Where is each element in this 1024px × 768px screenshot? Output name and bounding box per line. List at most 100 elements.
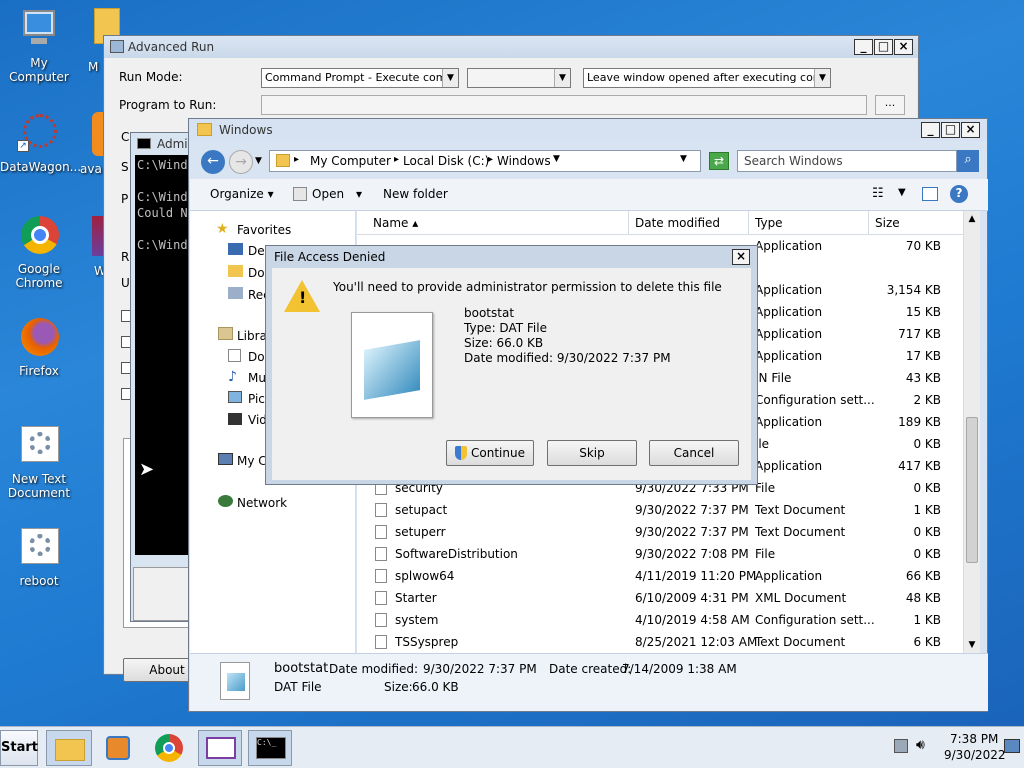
desktop-icon-label: Google Chrome	[15, 262, 63, 290]
column-header-date[interactable]: Date modified	[635, 216, 720, 230]
program-label: Program to Run:	[119, 98, 217, 112]
desktop-icon-my-computer[interactable]: My Computer	[0, 8, 78, 84]
column-header-type[interactable]: Type	[755, 216, 783, 230]
scroll-up-arrow[interactable]: ▲	[964, 211, 980, 227]
volume-icon[interactable]: 🔊︎	[916, 737, 925, 753]
file-type: Application	[755, 283, 823, 297]
refresh-button[interactable]: ⇄	[709, 152, 729, 170]
breadcrumb-local-disk[interactable]: Local Disk (C:)	[403, 154, 489, 168]
file-type: Application	[755, 415, 823, 429]
continue-button[interactable]: Continue	[446, 440, 534, 466]
taskbar-advanced-run[interactable]	[198, 730, 242, 766]
column-header-name[interactable]: Name ▴	[373, 216, 418, 230]
view-icon[interactable]: ☷	[872, 186, 884, 201]
vertical-scrollbar[interactable]: ▲ ▼	[963, 211, 980, 653]
skip-button[interactable]: Skip	[547, 440, 637, 466]
desktop-icon-firefox[interactable]: Firefox	[0, 316, 78, 378]
search-icon[interactable]: ⌕	[957, 150, 979, 172]
desktop-icon-label: ava	[80, 162, 102, 176]
address-dropdown[interactable]: ▼	[680, 154, 687, 164]
dialog-title: File Access Denied	[274, 250, 386, 264]
dialog-file-type: Type: DAT File	[464, 321, 547, 335]
open-dropdown[interactable]: ▾	[356, 187, 362, 201]
file-size: 43 KB	[905, 371, 941, 385]
file-type: Text Document	[755, 635, 846, 649]
file-name: setuperr	[395, 525, 446, 539]
view-dropdown[interactable]: ▼	[898, 187, 906, 198]
table-row[interactable]: SoftwareDistribution 9/30/2022 7:08 PM Fil…	[357, 543, 947, 565]
file-type: XML Document	[755, 591, 847, 605]
column-divider[interactable]	[628, 211, 629, 235]
breadcrumb-dropdown[interactable]: ▼	[553, 154, 560, 164]
file-date: 6/10/2009 4:31 PM	[635, 591, 749, 605]
desktop-icon-datawagon[interactable]: ↗ DataWagon...	[0, 112, 81, 174]
file-size: 0 KB	[913, 481, 941, 495]
details-date-modified-label: Date modified:	[329, 662, 419, 676]
cancel-button[interactable]: Cancel	[649, 440, 739, 466]
table-row[interactable]: Starter 6/10/2009 4:31 PM XML Document 48 K…	[357, 587, 947, 609]
column-headers: Name ▴ Date modified Type Size	[357, 211, 963, 235]
browse-button[interactable]: ...	[875, 95, 905, 115]
taskbar-cmd[interactable]: C:\_	[248, 730, 292, 766]
scroll-thumb[interactable]	[966, 417, 978, 563]
network-tray-icon[interactable]	[894, 739, 908, 753]
desktop-icon-new-text-document[interactable]: New Text Document	[0, 424, 78, 500]
forward-button[interactable]: →	[229, 150, 253, 174]
breadcrumb-windows[interactable]: Windows	[497, 154, 551, 168]
scroll-down-arrow[interactable]: ▼	[964, 637, 980, 653]
minimize-button[interactable]: _	[854, 39, 873, 55]
table-row[interactable]: TSSysprep 8/25/2021 12:03 AM Text Document…	[357, 631, 947, 653]
address-bar[interactable]: ▸ My Computer ▸ Local Disk (C:) ▸ Window…	[269, 150, 701, 172]
nav-libraries[interactable]: Libra	[237, 329, 267, 343]
show-desktop-button[interactable]	[1004, 739, 1020, 753]
nav-music[interactable]: Mu	[248, 371, 266, 385]
run-mode-select[interactable]: Command Prompt - Execute command ▼	[261, 68, 459, 88]
preview-pane-icon[interactable]	[922, 187, 938, 201]
table-row[interactable]: setuperr 9/30/2022 7:37 PM Text Document 0 …	[357, 521, 947, 543]
file-name: splwow64	[395, 569, 455, 583]
column-divider[interactable]	[868, 211, 869, 235]
column-header-size[interactable]: Size	[875, 216, 900, 230]
desktop-icon-chrome[interactable]: Google Chrome	[0, 214, 78, 290]
breadcrumb-my-computer[interactable]: My Computer	[310, 154, 391, 168]
history-dropdown[interactable]: ▼	[255, 156, 262, 166]
details-file-type: DAT File	[274, 680, 322, 694]
file-type: Application	[755, 349, 823, 363]
program-input[interactable]	[261, 95, 867, 115]
table-row[interactable]: system 4/10/2019 4:58 AM Configuration set…	[357, 609, 947, 631]
taskbar-chrome[interactable]	[150, 730, 188, 766]
open-button[interactable]: Open	[312, 187, 344, 201]
dialog-file-size: Size: 66.0 KB	[464, 336, 544, 350]
file-size: 1 KB	[913, 503, 941, 517]
desktop-icon-reboot[interactable]: reboot	[0, 526, 78, 588]
search-input[interactable]: Search Windows	[737, 150, 957, 172]
close-button[interactable]: ×	[961, 122, 980, 138]
maximize-button[interactable]: □	[874, 39, 893, 55]
nav-my-computer[interactable]: My C	[237, 454, 267, 468]
nav-network[interactable]: Network	[237, 496, 287, 510]
taskbar-explorer[interactable]	[46, 730, 92, 766]
help-icon[interactable]: ?	[950, 185, 968, 203]
nav-favorites[interactable]: Favorites	[237, 223, 291, 237]
desktop-icon-label: My Computer	[9, 56, 69, 84]
file-access-denied-dialog: File Access Denied × ! You'll need to pr…	[265, 245, 758, 485]
table-row[interactable]: splwow64 4/11/2019 11:20 PM Application 66 …	[357, 565, 947, 587]
maximize-button[interactable]: □	[941, 122, 960, 138]
window-option-select[interactable]: Leave window opened after executing comm…	[583, 68, 831, 88]
clock-date[interactable]: 9/30/2022	[944, 748, 1006, 762]
minimize-button[interactable]: _	[921, 122, 940, 138]
secondary-select[interactable]: ▼	[467, 68, 571, 88]
back-button[interactable]: ←	[201, 150, 225, 174]
column-divider[interactable]	[748, 211, 749, 235]
new-folder-button[interactable]: New folder	[383, 187, 448, 201]
file-type: File	[755, 481, 776, 495]
dialog-close-button[interactable]: ×	[732, 249, 750, 265]
clock-time[interactable]: 7:38 PM	[950, 732, 998, 746]
organize-button[interactable]: Organize ▾	[210, 187, 274, 201]
close-button[interactable]: ×	[894, 39, 913, 55]
file-size: 0 KB	[913, 547, 941, 561]
start-button[interactable]: Start	[0, 730, 38, 766]
table-row[interactable]: setupact 9/30/2022 7:37 PM Text Document 1 …	[357, 499, 947, 521]
taskbar-media-player[interactable]	[100, 730, 138, 766]
cmd-title: Admi	[157, 137, 188, 151]
